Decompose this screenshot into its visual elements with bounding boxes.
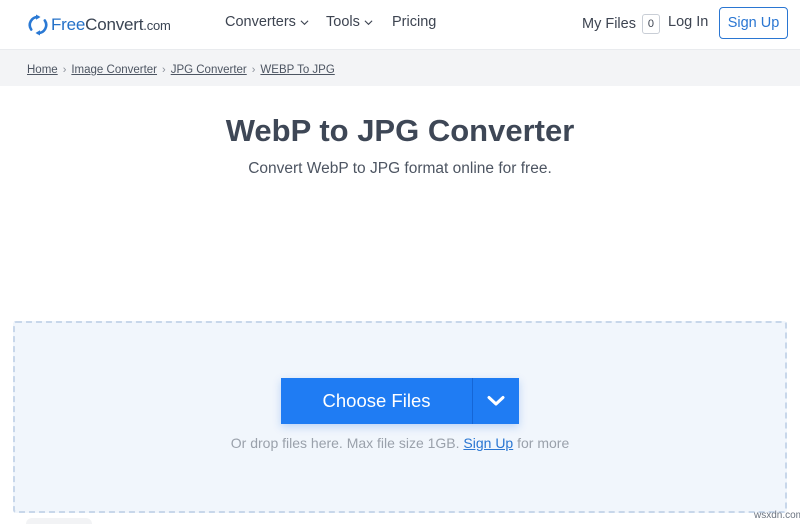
signup-button[interactable]: Sign Up xyxy=(719,7,788,39)
breadcrumb-separator: › xyxy=(251,64,256,76)
page-subtitle: Convert WebP to JPG format online for fr… xyxy=(248,160,552,177)
nav-converters-label: Converters xyxy=(225,14,296,30)
my-files-count-badge: 0 xyxy=(641,14,660,34)
logo-convert: Convert xyxy=(85,15,144,34)
login-link[interactable]: Log In xyxy=(668,14,708,30)
my-files-link[interactable]: My Files 0 xyxy=(582,14,660,34)
logo-free: Free xyxy=(51,15,86,34)
watermark: wsxdn.com xyxy=(754,510,800,521)
breadcrumb-separator: › xyxy=(62,64,67,76)
refresh-icon xyxy=(28,14,48,36)
nav-pricing[interactable]: Pricing xyxy=(392,14,436,30)
choose-source-dropdown[interactable] xyxy=(473,378,519,424)
breadcrumb-jpg-converter[interactable]: JPG Converter xyxy=(171,64,247,76)
my-files-label: My Files xyxy=(582,16,636,32)
chevron-down-icon xyxy=(364,19,373,25)
choose-files-group: Choose Files xyxy=(281,378,519,424)
logo-com: .com xyxy=(143,18,171,33)
nav-tools[interactable]: Tools xyxy=(326,14,373,30)
choose-files-button[interactable]: Choose Files xyxy=(281,378,472,424)
freeconvert-logo[interactable]: FreeConvert.com xyxy=(28,14,171,36)
drop-hint-text: Or drop files here. Max file size 1GB. xyxy=(230,435,464,451)
breadcrumb-image-converter[interactable]: Image Converter xyxy=(71,64,157,76)
nav-converters[interactable]: Converters xyxy=(225,14,309,30)
breadcrumb-bar: Home › Image Converter › JPG Converter ›… xyxy=(0,50,800,86)
drop-hint-text-end: for more xyxy=(513,435,570,451)
drop-hint-signup-link[interactable]: Sign Up xyxy=(463,435,513,451)
breadcrumb-separator: › xyxy=(162,64,166,76)
nav-pricing-label: Pricing xyxy=(392,14,437,30)
breadcrumb-webp-to-jpg[interactable]: WEBP To JPG xyxy=(260,64,334,76)
drop-hint: Or drop files here. Max file size 1GB. S… xyxy=(0,435,800,451)
breadcrumb-home[interactable]: Home xyxy=(27,64,58,76)
chevron-down-icon xyxy=(300,19,309,25)
chevron-down-icon xyxy=(487,396,505,406)
nav-tools-label: Tools xyxy=(326,14,360,30)
bottom-element xyxy=(26,518,92,524)
logo-text: FreeConvert.com xyxy=(51,15,171,35)
page-title: WebP to JPG Converter xyxy=(225,113,575,148)
top-header: FreeConvert.com Converters Tools Pricing… xyxy=(0,0,800,50)
breadcrumb: Home › Image Converter › JPG Converter ›… xyxy=(27,64,335,76)
